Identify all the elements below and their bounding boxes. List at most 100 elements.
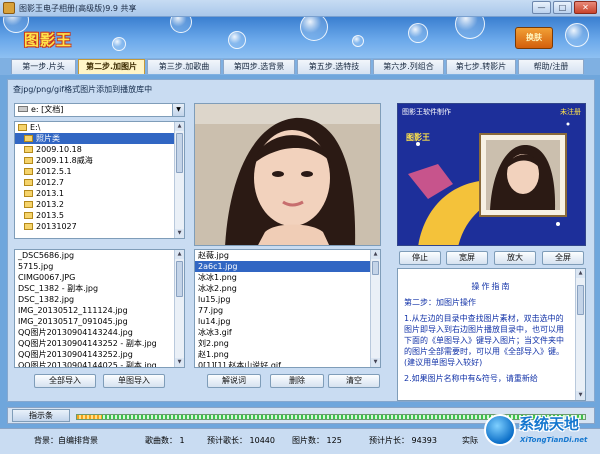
library-item[interactable]: 赵薇.jpg xyxy=(195,250,380,261)
library-item[interactable]: 刘2.png xyxy=(195,338,380,349)
step-tabs: 第一步.片头 第二步.加图片 第三步.加歌曲 第四步.选背景 第五步.选特技 第… xyxy=(0,58,600,75)
folder-tree[interactable]: E:\ 照片类 2009.10.18 2009.11.8威海 2012.5.1 2012.… xyxy=(14,121,185,239)
delete-button[interactable]: 删除 xyxy=(270,374,324,388)
file-item[interactable]: 5715.jpg xyxy=(15,261,184,272)
file-item[interactable]: DSC_1382.jpg xyxy=(15,294,184,305)
file-item[interactable]: _DSC5686.jpg xyxy=(15,250,184,261)
folder-item[interactable]: 2012.7 xyxy=(15,177,184,188)
stop-button[interactable]: 停止 xyxy=(399,251,441,265)
tab-step-6[interactable]: 第六步.列组合 xyxy=(373,59,444,74)
folder-icon xyxy=(24,146,33,153)
status-song-length: 预计歌长： 10440 xyxy=(207,436,275,445)
file-item[interactable]: IMG_20130512_111124.jpg xyxy=(15,305,184,316)
scroll-thumb[interactable] xyxy=(577,285,584,315)
file-item[interactable]: QQ图片20130904143244.jpg xyxy=(15,327,184,338)
explain-button[interactable]: 解说词 xyxy=(207,374,261,388)
site-logo-icon xyxy=(484,414,516,446)
tab-step-2[interactable]: 第二步.加图片 xyxy=(78,59,145,74)
folder-item[interactable]: E:\ xyxy=(15,122,184,133)
title-bar: 图影王电子相册(高级版)9.9 共享 — □ ✕ xyxy=(0,0,600,17)
folder-item[interactable]: 2009.11.8威海 xyxy=(15,155,184,166)
bubble-decoration xyxy=(300,17,328,41)
skin-button[interactable]: 换肤 xyxy=(515,27,553,49)
tab-help[interactable]: 帮助/注册 xyxy=(518,59,584,74)
fullscreen-button[interactable]: 全屏 xyxy=(542,251,584,265)
preview-header: 图影王软件制作 xyxy=(402,108,451,116)
scroll-up-arrow[interactable]: ▲ xyxy=(576,269,585,278)
library-list[interactable]: 赵薇.jpg 2a6c1.jpg 冰冰1.png 冰冰2.png lu15.jpg 77.… xyxy=(194,249,381,368)
folder-item[interactable]: 照片类 xyxy=(15,133,184,144)
add-group-label: 查jpg/png/gif格式图片添加到播放库中 xyxy=(13,85,153,94)
library-item[interactable]: 冰冰1.png xyxy=(195,272,380,283)
maximize-button[interactable]: □ xyxy=(553,1,572,14)
folder-item[interactable]: 2013.5 xyxy=(15,210,184,221)
import-single-button[interactable]: 单图导入 xyxy=(103,374,165,388)
scroll-up-arrow[interactable]: ▲ xyxy=(371,250,380,259)
enlarge-button[interactable]: 放大 xyxy=(494,251,536,265)
folder-icon xyxy=(24,157,33,164)
scroll-down-arrow[interactable]: ▼ xyxy=(175,358,184,367)
folder-icon xyxy=(24,168,33,175)
widescreen-button[interactable]: 宽屏 xyxy=(446,251,488,265)
guide-para-1: 1.从左边的目录中查找图片素材，双击选中的图片即导入到右边图片播放目录中，也可以… xyxy=(404,314,564,367)
folder-icon xyxy=(24,179,33,186)
library-item[interactable]: 冰冰3.gif xyxy=(195,327,380,338)
chevron-down-icon[interactable]: ▼ xyxy=(172,104,184,116)
file-item[interactable]: QQ图片20130904143252 - 副本.jpg xyxy=(15,338,184,349)
scroll-up-arrow[interactable]: ▲ xyxy=(175,250,184,259)
import-all-button[interactable]: 全部导入 xyxy=(34,374,96,388)
scroll-thumb[interactable] xyxy=(176,261,183,297)
folder-item[interactable]: 2013.1 xyxy=(15,188,184,199)
scroll-thumb[interactable] xyxy=(372,261,379,275)
folder-item[interactable]: 2013.2 xyxy=(15,199,184,210)
scroll-down-arrow[interactable]: ▼ xyxy=(371,358,380,367)
album-preview: 图影王软件制作 未注册 图影王 xyxy=(397,103,586,246)
tab-step-3[interactable]: 第三步.加歌曲 xyxy=(147,59,221,74)
folder-item[interactable]: 20131027 xyxy=(15,221,184,232)
folder-label: 2013.2 xyxy=(36,200,64,209)
portrait-image xyxy=(195,104,380,245)
minimize-button[interactable]: — xyxy=(532,1,551,14)
folder-label: 2013.1 xyxy=(36,189,64,198)
library-item[interactable]: 77.jpg xyxy=(195,305,380,316)
library-scrollbar[interactable]: ▲ ▼ xyxy=(370,250,380,367)
file-item[interactable]: QQ图片20130904144025 - 副本.jpg xyxy=(15,360,184,367)
file-list[interactable]: _DSC5686.jpg 5715.jpg CIMG0067.JPG DSC_1382… xyxy=(14,249,185,368)
file-scrollbar[interactable]: ▲ ▼ xyxy=(174,250,184,367)
folder-item[interactable]: 2012.5.1 xyxy=(15,166,184,177)
tab-step-5[interactable]: 第五步.选特技 xyxy=(297,59,371,74)
drive-select[interactable]: e: [文档] ▼ xyxy=(14,103,185,117)
drive-icon xyxy=(18,106,28,112)
scroll-down-arrow[interactable]: ▼ xyxy=(576,391,585,400)
library-item[interactable]: 赵1.png xyxy=(195,349,380,360)
library-item[interactable]: 0[1][1].赵本山说好.gif xyxy=(195,360,380,367)
folder-label: 2009.11.8威海 xyxy=(36,156,93,165)
tab-step-1[interactable]: 第一步.片头 xyxy=(11,59,76,74)
folder-label: 2009.10.18 xyxy=(36,145,82,154)
guide-scrollbar[interactable]: ▲ ▼ xyxy=(575,269,585,400)
status-picture-length: 预计片长： 94393 xyxy=(369,436,437,445)
album-preview-image xyxy=(398,104,585,245)
file-item[interactable]: CIMG0067.JPG xyxy=(15,272,184,283)
guide-title: 操作指南 xyxy=(471,282,512,291)
scroll-thumb[interactable] xyxy=(176,133,183,173)
folder-scrollbar[interactable]: ▲ ▼ xyxy=(174,122,184,238)
photo-preview xyxy=(194,103,381,246)
library-item[interactable]: lu14.jpg xyxy=(195,316,380,327)
file-item[interactable]: QQ图片20130904143252.jpg xyxy=(15,349,184,360)
close-button[interactable]: ✕ xyxy=(574,1,597,14)
file-item[interactable]: DSC_1382 - 副本.jpg xyxy=(15,283,184,294)
tab-step-7[interactable]: 第七步.转影片 xyxy=(446,59,516,74)
guide-para-2: 2.如果图片名称中有&符号，请重新给 xyxy=(404,374,538,383)
library-item[interactable]: lu15.jpg xyxy=(195,294,380,305)
library-item[interactable]: 2a6c1.jpg xyxy=(195,261,380,272)
library-item[interactable]: 冰冰2.png xyxy=(195,283,380,294)
clear-button[interactable]: 清空 xyxy=(328,374,380,388)
window-title: 图影王电子相册(高级版)9.9 共享 xyxy=(19,4,137,13)
scroll-down-arrow[interactable]: ▼ xyxy=(175,229,184,238)
file-item[interactable]: IMG_20130517_091045.jpg xyxy=(15,316,184,327)
scroll-up-arrow[interactable]: ▲ xyxy=(175,122,184,131)
tab-step-4[interactable]: 第四步.选背景 xyxy=(223,59,295,74)
folder-item[interactable]: 2009.10.18 xyxy=(15,144,184,155)
status-background: 背景：自编排背景 xyxy=(34,436,98,445)
